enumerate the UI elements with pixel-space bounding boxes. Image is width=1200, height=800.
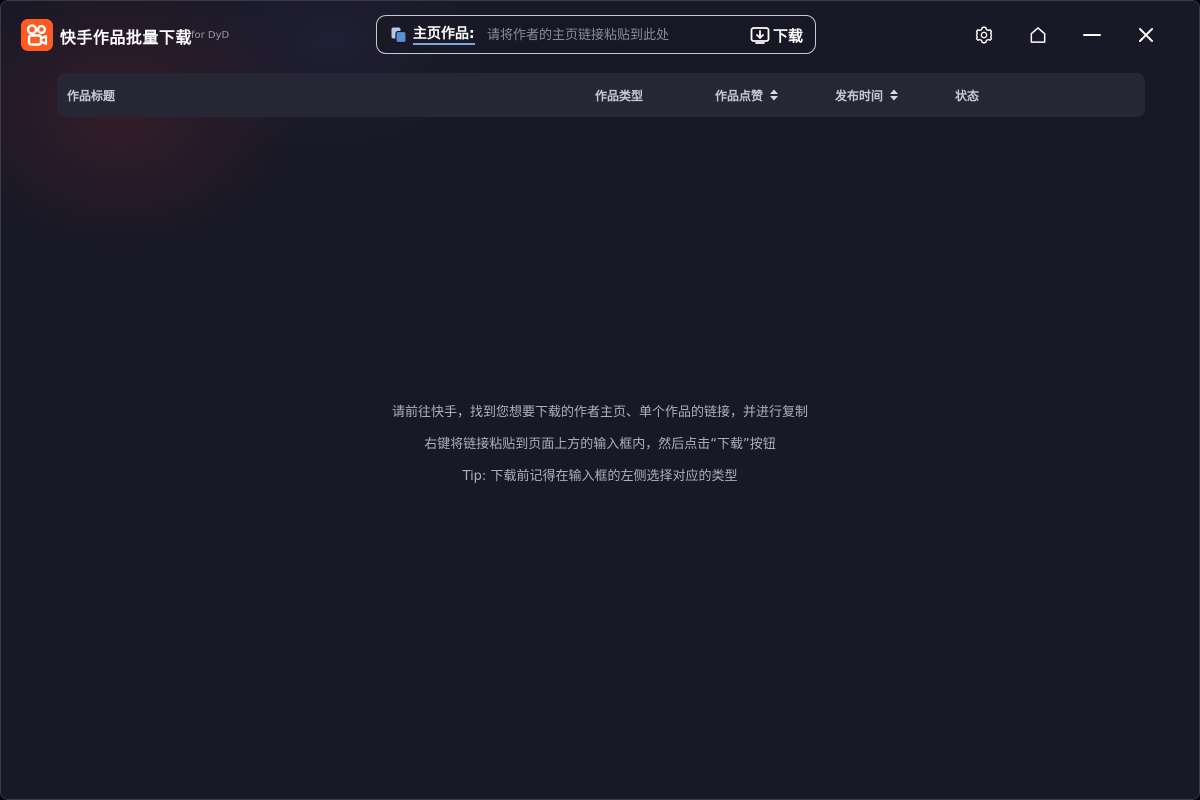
column-header-likes[interactable]: 作品点赞 [715,73,779,117]
app-title: 快手作品批量下载 [60,28,193,47]
kuaishou-logo-icon [21,19,53,51]
empty-state-line: 右键将链接粘贴到页面上方的输入框内，然后点击“下载”按钮 [424,437,776,452]
download-button[interactable]: 下载 [750,24,803,46]
column-label: 作品点赞 [715,88,764,103]
column-header-type: 作品类型 [595,73,643,117]
url-input[interactable] [487,24,737,46]
title-bar[interactable]: 快手作品批量下载 for DyD 主页作品: 请将作者的主页链接粘贴到此处 下载 [1,1,1199,69]
minimize-icon [1082,25,1102,45]
table-header: 作品标题 作品类型 作品点赞 发布时间 状态 [57,73,1145,117]
download-icon [750,25,770,45]
url-bar: 主页作品: 下载 [376,15,816,54]
home-button[interactable] [1024,21,1052,49]
minimize-button[interactable] [1078,21,1106,49]
app-window: 快手作品批量下载 for DyD 主页作品: 请将作者的主页链接粘贴到此处 下载… [0,0,1200,800]
type-label: 主页作品: [413,26,475,45]
settings-button[interactable] [970,21,998,49]
copy-icon [390,26,408,44]
column-header-publish-time[interactable]: 发布时间 [835,73,899,117]
column-header-title: 作品标题 [67,73,115,117]
sort-icon [769,88,779,102]
type-selector[interactable]: 主页作品: [390,24,475,46]
column-header-status: 状态 [955,73,979,117]
empty-state-tip: Tip: 下载前记得在输入框的左侧选择对应的类型 [462,469,738,484]
column-label: 作品类型 [595,88,644,103]
column-label: 状态 [955,88,980,103]
column-label: 作品标题 [67,88,116,103]
empty-state-line: 请前往快手，找到您想要下载的作者主页、单个作品的链接，并进行复制 [391,405,808,420]
empty-state: 请前往快手，找到您想要下载的作者主页、单个作品的链接，并进行复制 右键将链接粘贴… [1,401,1199,497]
home-icon [1028,25,1048,45]
column-label: 发布时间 [835,88,884,103]
app-subtitle: for DyD [191,30,230,41]
sort-icon [889,88,899,102]
download-label: 下载 [772,26,803,45]
close-button[interactable] [1132,21,1160,49]
close-icon [1136,25,1156,45]
gear-icon [974,25,994,45]
